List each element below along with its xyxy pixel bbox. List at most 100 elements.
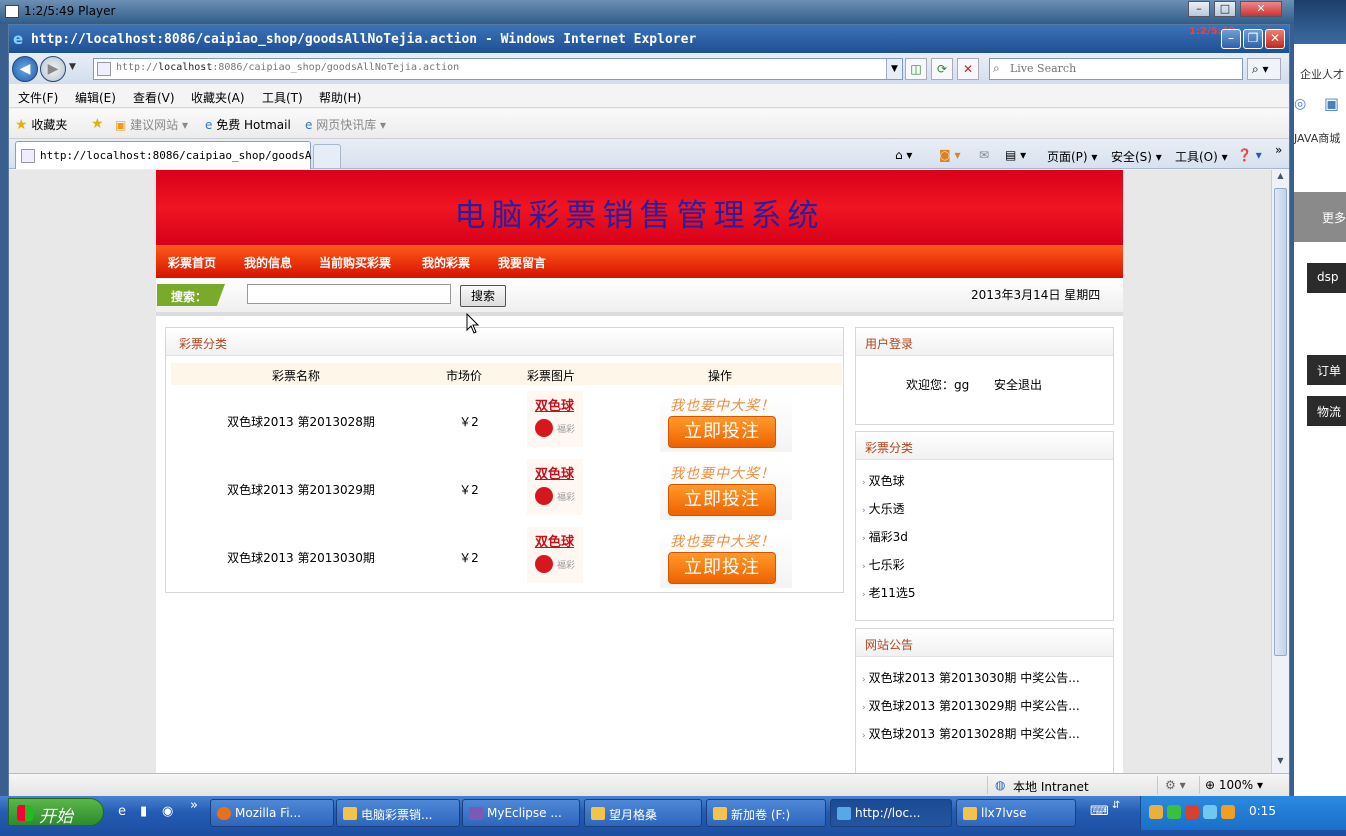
category-link[interactable]: › 大乐透 xyxy=(862,500,905,517)
nav-my-lottery[interactable]: 我的彩票 xyxy=(422,254,470,271)
back-button[interactable]: ◀ xyxy=(12,56,38,82)
menu-edit[interactable]: 编辑(E) xyxy=(75,89,116,106)
new-tab-button[interactable] xyxy=(313,144,341,168)
category-link[interactable]: › 七乐彩 xyxy=(862,556,905,573)
page-menu-button[interactable]: 页面(P) ▾ xyxy=(1047,148,1097,165)
scroll-up-icon[interactable]: ▲ xyxy=(1274,171,1287,186)
forward-button[interactable]: ▶ xyxy=(40,56,66,82)
scroll-thumb[interactable] xyxy=(1274,188,1287,656)
tray-app-icon[interactable] xyxy=(1167,805,1181,819)
taskbar-item[interactable]: llx7lvse xyxy=(956,799,1076,827)
taskbar-item[interactable]: Mozilla Fi... xyxy=(210,799,334,827)
background-icon: ◎ xyxy=(1294,96,1307,112)
address-bar[interactable]: http://localhost:8086/caipiao_shop/goods… xyxy=(93,58,903,80)
restore-button[interactable]: ❐ xyxy=(1243,29,1263,49)
chevron-more-icon[interactable]: » xyxy=(1275,143,1282,157)
close-button[interactable]: ✕ xyxy=(1265,29,1285,49)
player-close-button[interactable]: ✕ xyxy=(1240,1,1282,17)
site-search-button[interactable]: 搜索 xyxy=(460,285,506,307)
category-link[interactable]: › 福彩3d xyxy=(862,528,908,545)
bet-now-button[interactable]: 立即投注 xyxy=(668,552,776,584)
menu-favorites[interactable]: 收藏夹(A) xyxy=(191,89,245,106)
menu-file[interactable]: 文件(F) xyxy=(18,89,58,106)
feeds-icon[interactable]: ◙ ▾ xyxy=(939,148,960,162)
tab-page-icon xyxy=(21,149,35,163)
panel-title: 用户登录 xyxy=(865,337,914,351)
zoom-control[interactable]: ⊕ 100% ▾ xyxy=(1205,778,1263,792)
quicklaunch-app-icon[interactable]: ◉ xyxy=(162,804,173,819)
panel-header: 彩票分类 xyxy=(166,328,843,356)
site-search-input[interactable] xyxy=(247,284,451,304)
tray-network-icon[interactable] xyxy=(1203,805,1217,819)
scroll-down-icon[interactable]: ▼ xyxy=(1274,756,1287,771)
live-search-input[interactable] xyxy=(1010,62,1230,75)
address-toolbar: ◀ ▶ ▼ http://localhost:8086/caipiao_shop… xyxy=(9,53,1289,84)
start-button[interactable]: 开始 xyxy=(8,798,104,827)
favorites-center-button[interactable]: ★ 收藏夹 xyxy=(15,116,67,133)
help-icon[interactable]: ❓ ▾ xyxy=(1237,148,1262,162)
nav-my-info[interactable]: 我的信息 xyxy=(244,254,292,271)
background-more-button: 更多 xyxy=(1294,192,1346,242)
notice-link[interactable]: › 双色球2013 第2013029期 中奖公告... xyxy=(862,697,1080,714)
live-search-box[interactable]: ⌕ xyxy=(989,58,1243,80)
suggested-sites-link[interactable]: ▣ 建议网站 ▾ xyxy=(115,116,188,133)
lottery-image[interactable]: 双色球 福彩 xyxy=(527,459,583,515)
nav-current-purchase[interactable]: 当前购买彩票 xyxy=(319,254,391,271)
mail-icon[interactable]: ✉ xyxy=(979,148,989,162)
lottery-image[interactable]: 双色球 福彩 xyxy=(527,527,583,583)
lottery-image[interactable]: 双色球 福彩 xyxy=(527,391,583,447)
stop-icon[interactable]: ✕ xyxy=(957,58,979,80)
taskbar-item[interactable]: 望月格桑 xyxy=(584,799,702,827)
notice-link[interactable]: › 双色球2013 第2013028期 中奖公告... xyxy=(862,725,1080,742)
tools-menu-button[interactable]: 工具(O) ▾ xyxy=(1175,148,1228,165)
player-app-icon xyxy=(5,5,19,18)
bet-now-button[interactable]: 立即投注 xyxy=(668,416,776,448)
refresh-icon[interactable]: ⟳ xyxy=(931,58,953,80)
lottery-name[interactable]: 双色球2013 第2013030期 xyxy=(166,549,436,566)
menu-view[interactable]: 查看(V) xyxy=(133,89,175,106)
address-url[interactable]: http://localhost:8086/caipiao_shop/goods… xyxy=(116,62,459,73)
compatibility-icon[interactable]: ◫ xyxy=(905,58,927,80)
protected-mode-icon[interactable]: ⚙ ▾ xyxy=(1165,778,1186,792)
home-icon[interactable]: ⌂ ▾ xyxy=(895,148,912,162)
hotmail-link[interactable]: e 免费 Hotmail xyxy=(205,116,291,133)
menu-tools[interactable]: 工具(T) xyxy=(262,89,303,106)
keyboard-icon[interactable]: ⌨ xyxy=(1090,804,1109,819)
bet-now-button[interactable]: 立即投注 xyxy=(668,484,776,516)
player-minimize-button[interactable]: – xyxy=(1188,1,1210,17)
category-link[interactable]: › 老11选5 xyxy=(862,584,916,601)
history-dropdown-icon[interactable]: ▼ xyxy=(69,62,76,72)
tray-qq-icon[interactable] xyxy=(1149,805,1163,819)
category-link[interactable]: › 双色球 xyxy=(862,472,905,489)
nav-message[interactable]: 我要留言 xyxy=(498,254,546,271)
menu-help[interactable]: 帮助(H) xyxy=(319,89,361,106)
taskbar-item-active[interactable]: http://loc... xyxy=(830,799,952,827)
language-bar-icon[interactable]: ⇵ xyxy=(1112,800,1120,811)
taskbar-item[interactable]: 电脑彩票销... xyxy=(336,799,460,827)
nav-home[interactable]: 彩票首页 xyxy=(168,254,216,271)
site-search-bar: 搜索： 搜索 2013年3月14日 星期四 xyxy=(156,278,1123,316)
print-icon[interactable]: ▤ ▾ xyxy=(1005,148,1026,162)
taskbar-item[interactable]: 新加卷 (F:) xyxy=(706,799,826,827)
tray-app-icon[interactable] xyxy=(1221,805,1235,819)
lottery-name[interactable]: 双色球2013 第2013029期 xyxy=(166,481,436,498)
vertical-scrollbar[interactable]: ▲ ▼ xyxy=(1271,170,1289,773)
tray-app-icon[interactable] xyxy=(1185,805,1199,819)
bet-promo: 我也要中大奖！ 立即投注 xyxy=(660,530,792,588)
web-slice-gallery-link[interactable]: e 网页快讯库 ▾ xyxy=(305,116,386,133)
search-go-button[interactable]: ⌕ ▾ xyxy=(1247,58,1281,80)
notice-link[interactable]: › 双色球2013 第2013030期 中奖公告... xyxy=(862,669,1080,686)
minimize-button[interactable]: – xyxy=(1221,29,1241,49)
lottery-name[interactable]: 双色球2013 第2013028期 xyxy=(166,413,436,430)
player-maximize-button[interactable]: □ xyxy=(1214,1,1236,17)
add-favorite-icon[interactable]: ★ xyxy=(91,116,104,132)
safety-menu-button[interactable]: 安全(S) ▾ xyxy=(1111,148,1162,165)
tab-current[interactable]: http://localhost:8086/caipiao_shop/goods… xyxy=(15,141,331,169)
quicklaunch-more-icon[interactable]: » xyxy=(190,798,198,813)
logout-link[interactable]: 安全退出 xyxy=(994,376,1042,393)
quicklaunch-ie-icon[interactable]: e xyxy=(118,804,126,819)
quicklaunch-app-icon[interactable]: ▮ xyxy=(140,804,147,819)
address-dropdown-icon[interactable]: ▼ xyxy=(886,59,902,79)
taskbar-item[interactable]: MyEclipse ... xyxy=(462,799,580,827)
background-button: 订单 xyxy=(1307,355,1346,385)
